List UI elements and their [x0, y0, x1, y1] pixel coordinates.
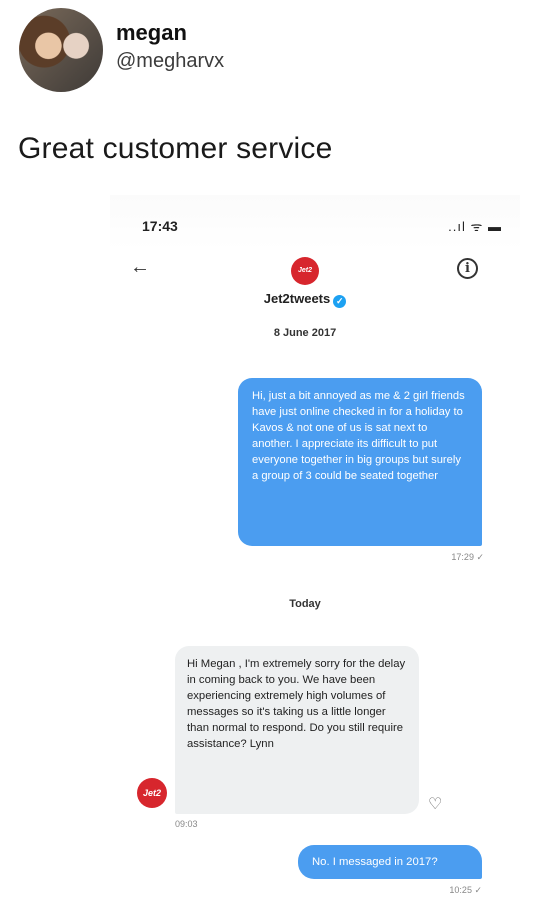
- tweet-header: megan @megharvx: [14, 6, 534, 96]
- message-timestamp: 17:29 ✓: [451, 552, 484, 562]
- back-arrow-icon[interactable]: ←: [130, 256, 150, 279]
- dm-screenshot[interactable]: 17:43 ..ıl ᯤ ▬ ← Jet2 i Jet2tweets ✓ 8 Ju…: [110, 195, 520, 900]
- status-time: 17:43: [142, 218, 178, 234]
- add-reaction-icon[interactable]: ♡: [428, 794, 442, 814]
- avatar[interactable]: [19, 8, 103, 92]
- jet2-avatar[interactable]: Jet2: [137, 778, 167, 808]
- conversation-title[interactable]: Jet2tweets ✓: [110, 291, 500, 308]
- outgoing-message[interactable]: Hi, just a bit annoyed as me & 2 girl fr…: [238, 378, 482, 546]
- date-divider: 8 June 2017: [273, 327, 337, 339]
- incoming-message[interactable]: Hi Megan , I'm extremely sorry for the d…: [175, 646, 419, 814]
- info-icon[interactable]: i: [457, 258, 478, 279]
- date-divider: Today: [289, 598, 321, 610]
- tweet-text: Great customer service: [18, 132, 333, 165]
- outgoing-message[interactable]: No. I messaged in 2017?: [298, 845, 482, 879]
- jet2-logo: Jet2: [291, 257, 319, 285]
- status-bar: 17:43 ..ıl ᯤ ▬: [110, 195, 520, 250]
- verified-icon: ✓: [333, 295, 347, 308]
- display-name[interactable]: megan: [116, 20, 187, 46]
- user-handle[interactable]: @megharvx: [116, 50, 224, 73]
- message-timestamp: 09:03: [175, 819, 198, 829]
- signal-wifi-battery-icon: ..ıl ᯤ ▬: [448, 219, 502, 234]
- message-timestamp: 10:25 ✓: [449, 885, 482, 895]
- account-name: Jet2tweets: [263, 291, 331, 306]
